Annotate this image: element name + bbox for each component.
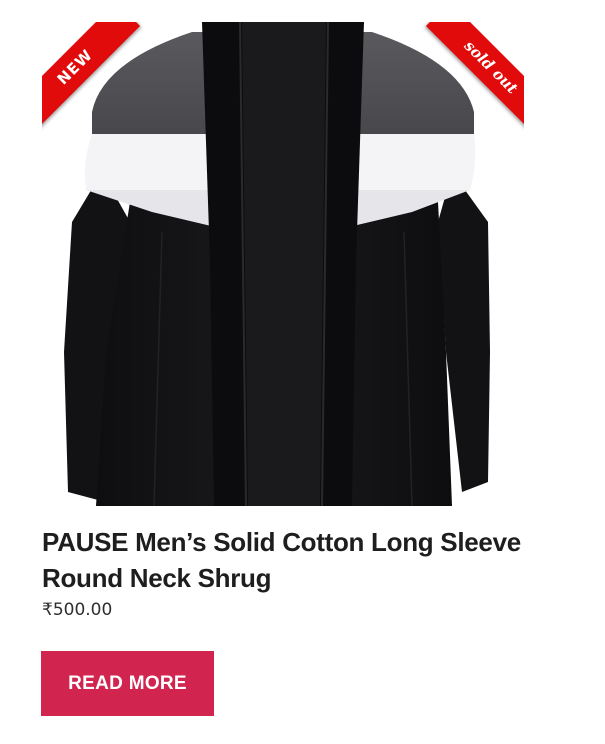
sold-out-badge: sold out xyxy=(414,22,524,132)
sold-out-badge-label: sold out xyxy=(425,22,524,132)
product-card: NEW sold out PAUSE Men’s Solid Cotton Lo… xyxy=(0,0,605,744)
new-badge-label: NEW xyxy=(42,22,141,132)
new-badge: NEW xyxy=(42,22,152,132)
product-title[interactable]: PAUSE Men’s Solid Cotton Long Sleeve Rou… xyxy=(42,524,542,596)
read-more-button[interactable]: READ MORE xyxy=(41,651,214,716)
product-price: ₹500.00 xyxy=(42,600,113,620)
